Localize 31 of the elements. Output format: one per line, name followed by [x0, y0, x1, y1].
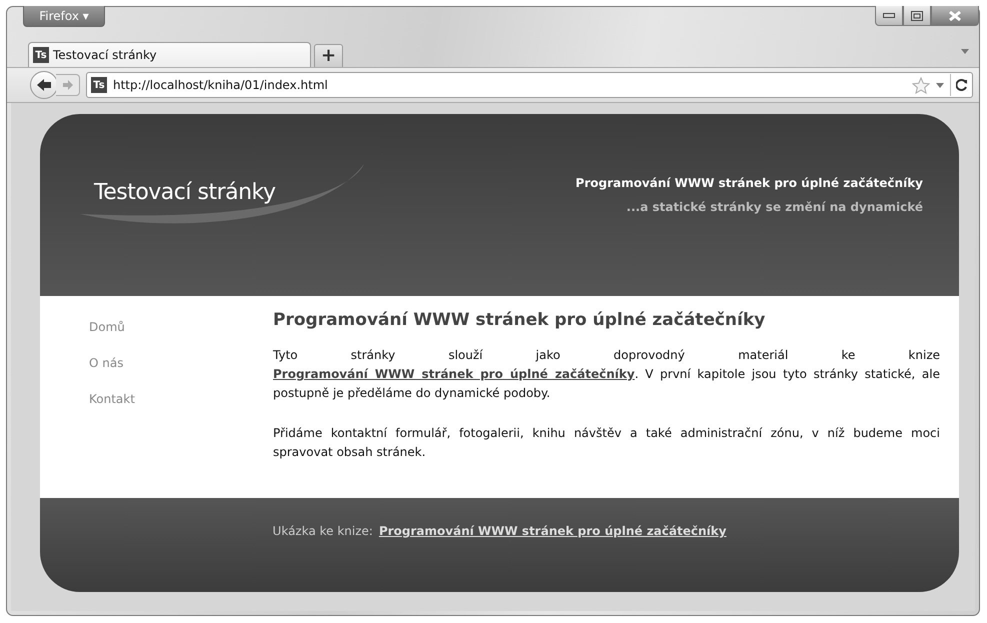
page-heading: Programování WWW stránek pro úplné začátečníky: [273, 310, 766, 330]
tab-list-icon[interactable]: [961, 49, 969, 54]
minimize-icon: [883, 12, 895, 18]
star-icon[interactable]: [912, 76, 930, 94]
back-arrow-icon: [36, 78, 52, 92]
tagline: Programování WWW stránek pro úplné začátečníky: [576, 176, 923, 190]
site-logo: Testovací stránky: [94, 180, 276, 205]
footer-link[interactable]: Programování WWW stránek pro úplné začátečníky: [378, 524, 726, 538]
favicon-icon: Ts: [91, 77, 107, 93]
nav-link[interactable]: Kontakt: [89, 392, 273, 406]
close-button[interactable]: [931, 6, 979, 26]
paragraph: Tyto stránky slouží jako doprovodný materiál ke knize Programování WWW stránek pro úplné začátečníky. V první kapitole jsou tyto stránky statické, ale postupně je předěláme do dynamické podoby.: [273, 347, 940, 402]
footer-label: Ukázka ke knize:: [272, 524, 373, 538]
forward-arrow-icon: [62, 80, 74, 90]
reload-icon: [956, 79, 968, 91]
book-link[interactable]: Programování WWW stránek pro úplné začátečníky: [273, 367, 635, 381]
subtagline: ...a statické stránky se změní na dynamické: [626, 200, 923, 214]
nav-link[interactable]: Domů: [89, 320, 273, 334]
maximize-icon: [911, 10, 923, 20]
favicon-icon: Ts: [33, 47, 49, 63]
close-icon: [948, 10, 962, 20]
new-tab-button[interactable]: +: [314, 44, 343, 67]
maximize-button[interactable]: [903, 6, 931, 26]
nav-link[interactable]: O nás: [89, 356, 273, 370]
dropdown-icon[interactable]: [936, 82, 944, 88]
firefox-menu-button[interactable]: Firefox ▾: [23, 6, 105, 27]
paragraph: Přidáme kontaktní formulář, fotogalerii, knihu návštěv a také administrační zónu, v níž budeme moci spravovat obsah stránek.: [273, 425, 940, 461]
browser-tab[interactable]: Ts Testovací stránky: [28, 42, 311, 67]
back-button[interactable]: [30, 71, 58, 99]
minimize-button[interactable]: [875, 6, 903, 26]
address-field[interactable]: Ts http://localhost/kniha/01/index.html: [86, 72, 973, 98]
